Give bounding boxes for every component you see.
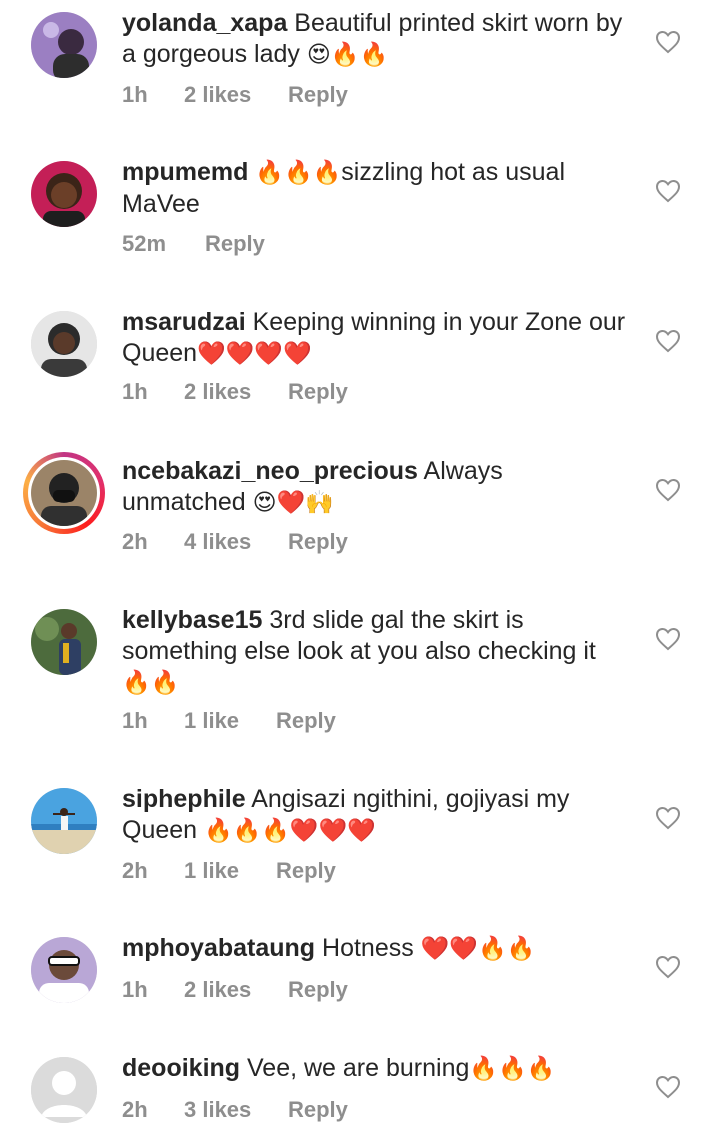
comment-text: mphoyabataung Hotness ❤️❤️🔥🔥 [122,933,627,965]
reply-button[interactable]: Reply [288,82,348,108]
comment-likes[interactable]: 1 like [184,708,239,734]
comment-likes[interactable]: 2 likes [184,82,251,108]
avatar[interactable] [31,311,97,377]
comment-emoji: 🔥🔥🔥 [469,1056,556,1082]
reply-button[interactable]: Reply [288,977,348,1003]
heart-outline-icon[interactable] [655,955,681,979]
comment-likes[interactable]: 4 likes [184,529,251,555]
comment-text: kellybase15 3rd slide gal the skirt is s… [122,605,627,699]
comment-time: 52m [122,231,167,256]
reply-button[interactable]: Reply [276,708,336,734]
avatar[interactable] [31,161,97,227]
comment-time: 2h [122,858,148,883]
avatar[interactable] [31,937,97,1003]
comment-username[interactable]: ncebakazi_neo_precious [122,457,418,485]
avatar-story-ring-inner [28,457,100,529]
comment-time: 1h [122,708,148,733]
comment-text: siphephile Angisazi ngithini, gojiyasi m… [122,784,627,847]
avatar[interactable] [31,609,97,675]
heart-outline-icon[interactable] [655,179,681,203]
avatar[interactable] [31,12,97,78]
comment-username[interactable]: yolanda_xapa [122,9,287,37]
comment-time: 1h [122,82,148,107]
comment-emoji: 🔥🔥🔥 [255,160,342,186]
heart-outline-icon[interactable] [655,806,681,830]
comment-emoji: ❤️❤️❤️❤️ [197,341,312,367]
comment-text: msarudzai Keeping winning in your Zone o… [122,307,627,370]
comment-time: 1h [122,977,148,1002]
heart-outline-icon[interactable] [655,30,681,54]
comment-likes[interactable]: 2 likes [184,977,251,1003]
comment-body: Vee, we are burning [240,1054,470,1082]
comment-body: Hotness [315,934,421,962]
reply-button[interactable]: Reply [276,858,336,884]
comment-username[interactable]: deooiking [122,1054,240,1082]
comment-username[interactable]: mpumemd [122,158,248,186]
comment-text: deooiking Vee, we are burning🔥🔥🔥 [122,1053,627,1085]
comment-time: 2h [122,529,148,554]
heart-outline-icon[interactable] [655,329,681,353]
reply-button[interactable]: Reply [288,529,348,555]
comment-emoji: ❤️❤️🔥🔥 [420,936,536,962]
comment-username[interactable]: kellybase15 [122,606,262,634]
comment-emoji: 😍❤️🙌 [252,490,334,516]
heart-outline-icon[interactable] [655,627,681,651]
comment-username[interactable]: mphoyabataung [122,934,315,962]
avatar[interactable] [31,788,97,854]
comment-time: 1h [122,379,148,404]
comment-username[interactable]: siphephile [122,785,246,813]
comment-username[interactable]: msarudzai [122,308,246,336]
heart-outline-icon[interactable] [655,1075,681,1099]
reply-button[interactable]: Reply [288,379,348,405]
comment-likes[interactable]: 3 likes [184,1097,251,1123]
comment-text: mpumemd 🔥🔥🔥sizzling hot as usual MaVee [122,157,627,220]
comment-text: ncebakazi_neo_precious Always unmatched … [122,456,627,519]
comment-likes[interactable]: 1 like [184,858,239,884]
reply-button[interactable]: Reply [205,231,265,257]
heart-outline-icon[interactable] [655,478,681,502]
avatar-default[interactable] [31,1057,97,1123]
comment-likes[interactable]: 2 likes [184,379,251,405]
avatar-story-ring[interactable] [23,452,105,534]
comment-time: 2h [122,1097,148,1122]
reply-button[interactable]: Reply [288,1097,348,1123]
avatar [31,460,97,526]
comment-emoji: 😍🔥🔥 [306,42,389,68]
comment-emoji: 🔥🔥🔥❤️❤️❤️ [204,818,376,844]
comment-emoji: 🔥🔥 [122,670,180,696]
comment-text: yolanda_xapa Beautiful printed skirt wor… [122,8,627,71]
